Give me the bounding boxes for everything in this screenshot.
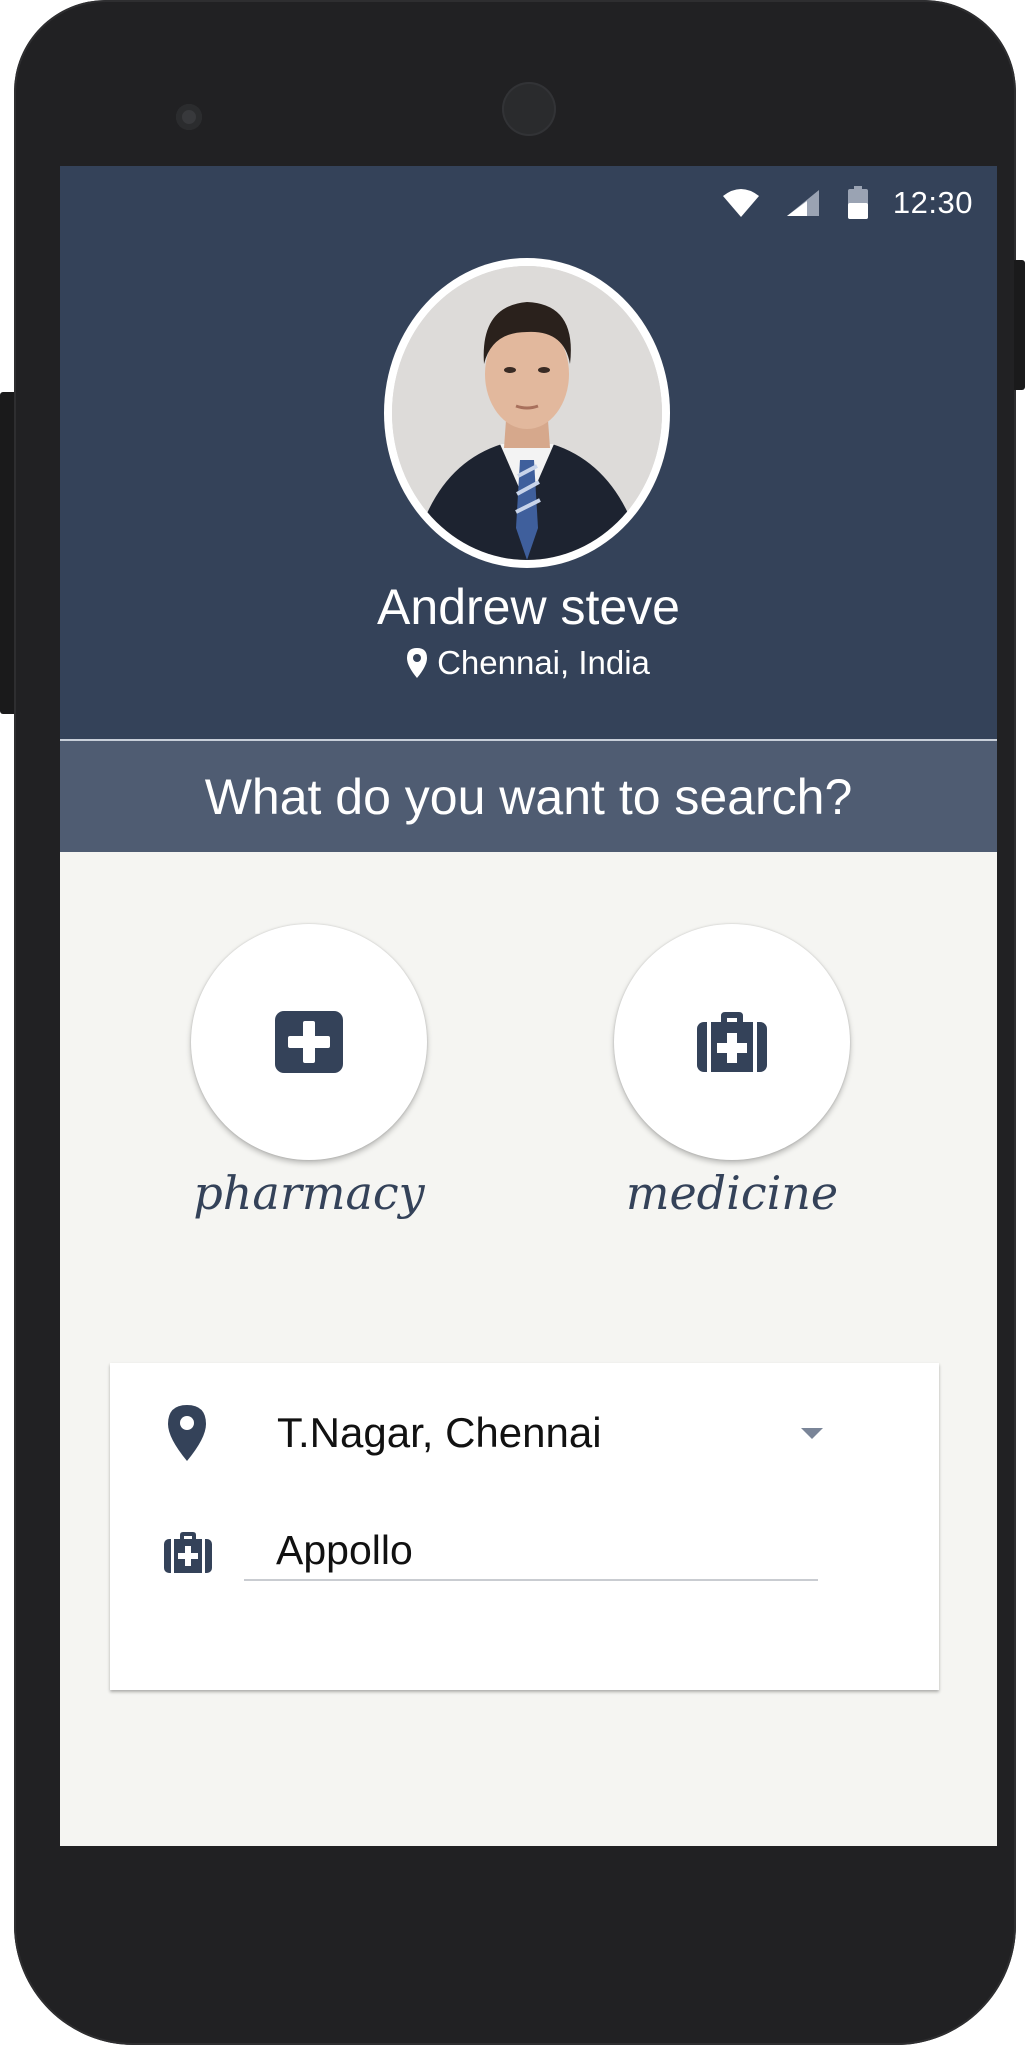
pharmacy-button[interactable]: [191, 924, 427, 1160]
location-select[interactable]: T.Nagar, Chennai: [277, 1401, 837, 1465]
signal-icon: [785, 188, 821, 218]
avatar-photo: [392, 266, 662, 560]
user-location: Chennai, India: [60, 644, 997, 682]
medical-cross-icon: [275, 1011, 343, 1073]
front-camera: [502, 82, 556, 136]
user-location-text: Chennai, India: [437, 644, 650, 681]
profile-header: 12:30 Andrew steve Chennai, India: [60, 166, 997, 739]
map-pin-icon: [166, 1405, 208, 1461]
power-button: [1014, 260, 1025, 390]
pharmacy-label[interactable]: pharmacy: [179, 1166, 439, 1220]
medicine-label[interactable]: medicine: [602, 1166, 862, 1220]
dropdown-arrow-icon[interactable]: [801, 1428, 823, 1439]
front-sensor: [176, 104, 202, 130]
location-select-value: T.Nagar, Chennai: [277, 1409, 602, 1456]
volume-button: [0, 392, 14, 714]
battery-icon: [847, 186, 869, 220]
search-prompt-banner: What do you want to search?: [60, 739, 997, 852]
search-query-input[interactable]: [244, 1521, 818, 1581]
avatar[interactable]: [384, 258, 670, 568]
wifi-icon: [721, 188, 761, 218]
status-time: 12:30: [892, 185, 973, 220]
medicine-button[interactable]: [614, 924, 850, 1160]
medical-kit-icon: [697, 1012, 767, 1072]
app-screen: 12:30 Andrew steve Chennai, India What d…: [60, 166, 997, 1846]
phone-frame: 12:30 Andrew steve Chennai, India What d…: [14, 0, 1016, 2045]
map-pin-icon: [407, 648, 428, 678]
status-bar: 12:30: [721, 178, 973, 228]
medical-kit-icon: [164, 1531, 212, 1573]
user-name: Andrew steve: [377, 579, 680, 635]
search-form-card: T.Nagar, Chennai: [110, 1363, 939, 1690]
